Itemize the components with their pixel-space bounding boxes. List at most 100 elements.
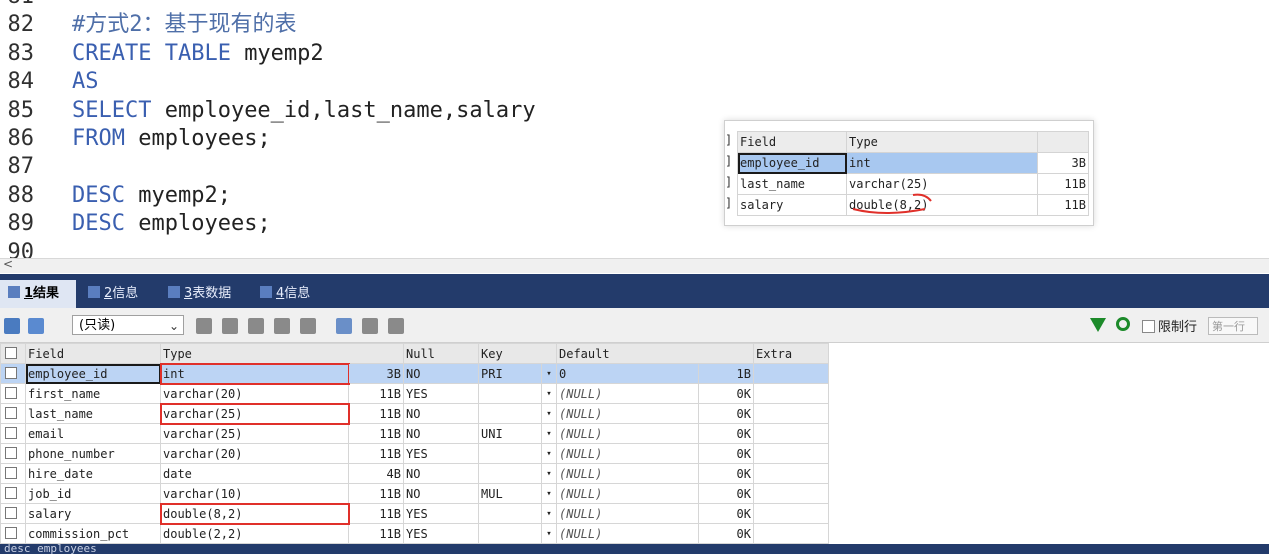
cell-type[interactable]: date [160,463,349,484]
cell-key[interactable] [478,403,542,424]
tab-3[interactable]: 3表数据 [160,280,250,308]
cell-type[interactable]: varchar(20) [160,443,349,464]
editor-horizontal-scrollbar[interactable]: < [0,257,1269,273]
row-checkbox[interactable] [0,503,26,524]
cell-default[interactable]: (NULL) [556,523,699,544]
cell-field[interactable]: last_name [25,403,161,424]
filter-icon[interactable] [1090,318,1106,332]
cell-field[interactable]: phone_number [25,443,161,464]
cell-field[interactable]: email [25,423,161,444]
row-checkbox[interactable] [0,363,26,384]
cell-default[interactable]: (NULL) [556,503,699,524]
cell-type[interactable]: varchar(20) [160,383,349,404]
cell-type[interactable]: varchar(25) [160,423,349,444]
row-checkbox[interactable] [0,463,26,484]
save-icon[interactable] [248,318,264,334]
editor-line[interactable]: 90 [0,239,760,258]
copy-icon[interactable] [28,318,44,334]
cell-field[interactable]: employee_id [25,363,161,384]
insert-row-icon[interactable] [196,318,212,334]
cell-null[interactable]: YES [403,383,479,404]
editor-line[interactable]: 88 DESC myemp2; [0,182,760,210]
cell-field[interactable]: first_name [25,383,161,404]
column-header-extra[interactable]: Extra [753,343,829,364]
cell-default[interactable]: (NULL) [556,443,699,464]
column-header-field[interactable]: Field [25,343,161,364]
cell-extra[interactable] [753,483,829,504]
refresh-icon[interactable] [1116,317,1130,331]
cell-key[interactable]: UNI [478,423,542,444]
grid-view-icon[interactable] [336,318,352,334]
cell-field[interactable]: salary [25,503,161,524]
key-dropdown-icon[interactable]: ▾ [541,423,557,444]
cell-null[interactable]: YES [403,443,479,464]
column-header-type[interactable]: Type [160,343,404,364]
key-dropdown-icon[interactable]: ▾ [541,383,557,404]
key-dropdown-icon[interactable]: ▾ [541,523,557,544]
key-dropdown-icon[interactable]: ▾ [541,463,557,484]
cell-extra[interactable] [753,423,829,444]
cell-key[interactable] [478,523,542,544]
limit-rows-checkbox[interactable] [1142,320,1155,333]
cell-extra[interactable] [753,523,829,544]
scroll-left-arrow-icon[interactable]: < [3,257,13,271]
column-header-null[interactable]: Null [403,343,479,364]
key-dropdown-icon[interactable]: ▾ [541,443,557,464]
delete-icon[interactable] [274,318,290,334]
cell-key[interactable] [478,383,542,404]
editor-line[interactable]: 84 AS [0,68,760,96]
editor-line[interactable]: 81 [0,0,760,11]
first-row-input[interactable]: 第一行 [1208,317,1258,335]
row-checkbox[interactable] [0,423,26,444]
cell-extra[interactable] [753,503,829,524]
key-dropdown-icon[interactable]: ▾ [541,483,557,504]
row-checkbox[interactable] [0,443,26,464]
table-row[interactable]: hire_date date 4B NO ▾ (NULL) 0K [0,463,829,484]
duplicate-row-icon[interactable] [222,318,238,334]
cell-extra[interactable] [753,403,829,424]
cell-default[interactable]: (NULL) [556,403,699,424]
result-grid[interactable]: Field Type Null Key Default Extra employ… [0,343,830,544]
table-row[interactable]: phone_number varchar(20) 11B YES ▾ (NULL) 0K [0,443,829,464]
editor-line[interactable]: 85 SELECT employee_id,last_name,salary [0,97,760,125]
cell-default[interactable]: 0 [556,363,699,384]
editor-line[interactable]: 86 FROM employees; [0,125,760,153]
cell-extra[interactable] [753,443,829,464]
column-header-key[interactable]: Key [478,343,557,364]
export-icon[interactable] [4,318,20,334]
readonly-select[interactable]: (只读) ⌄ [72,315,184,335]
tab-1[interactable]: 1结果 [0,280,76,308]
cell-type[interactable]: int [159,362,350,385]
cell-extra[interactable] [753,463,829,484]
cell-field[interactable]: hire_date [25,463,161,484]
cell-null[interactable]: YES [403,503,479,524]
editor-line[interactable]: 82 #方式2：基于现有的表 [0,11,760,39]
cell-null[interactable]: YES [403,523,479,544]
cell-null[interactable]: NO [403,463,479,484]
table-row[interactable]: employee_id int 3B NO PRI ▾ 0 1B [0,362,829,385]
form-view-icon[interactable] [362,318,378,334]
cell-default[interactable]: (NULL) [556,463,699,484]
cell-type[interactable]: varchar(25) [159,402,350,425]
table-row[interactable]: commission_pct double(2,2) 11B YES ▾ (NULL) 0K [0,523,829,544]
cell-key[interactable]: MUL [478,483,542,504]
cell-null[interactable]: NO [403,363,479,384]
table-row[interactable]: job_id varchar(10) 11B NO MUL ▾ (NULL) 0K [0,483,829,504]
key-dropdown-icon[interactable]: ▾ [541,403,557,424]
cell-null[interactable]: NO [403,483,479,504]
table-row[interactable]: salary double(8,2) 11B YES ▾ (NULL) 0K [0,502,829,525]
row-checkbox[interactable] [0,383,26,404]
table-row[interactable]: first_name varchar(20) 11B YES ▾ (NULL) 0K [0,383,829,404]
cell-key[interactable] [478,443,542,464]
cell-key[interactable] [478,503,542,524]
cell-extra[interactable] [753,363,829,384]
editor-line[interactable]: 89 DESC employees; [0,210,760,238]
cell-null[interactable]: NO [403,423,479,444]
tab-2[interactable]: 2信息 [80,280,170,308]
cell-type[interactable]: varchar(10) [160,483,349,504]
key-dropdown-icon[interactable]: ▾ [541,363,557,384]
cell-type[interactable]: double(8,2) [159,502,350,525]
cell-extra[interactable] [753,383,829,404]
column-header-default[interactable]: Default [556,343,754,364]
cancel-icon[interactable] [300,318,316,334]
